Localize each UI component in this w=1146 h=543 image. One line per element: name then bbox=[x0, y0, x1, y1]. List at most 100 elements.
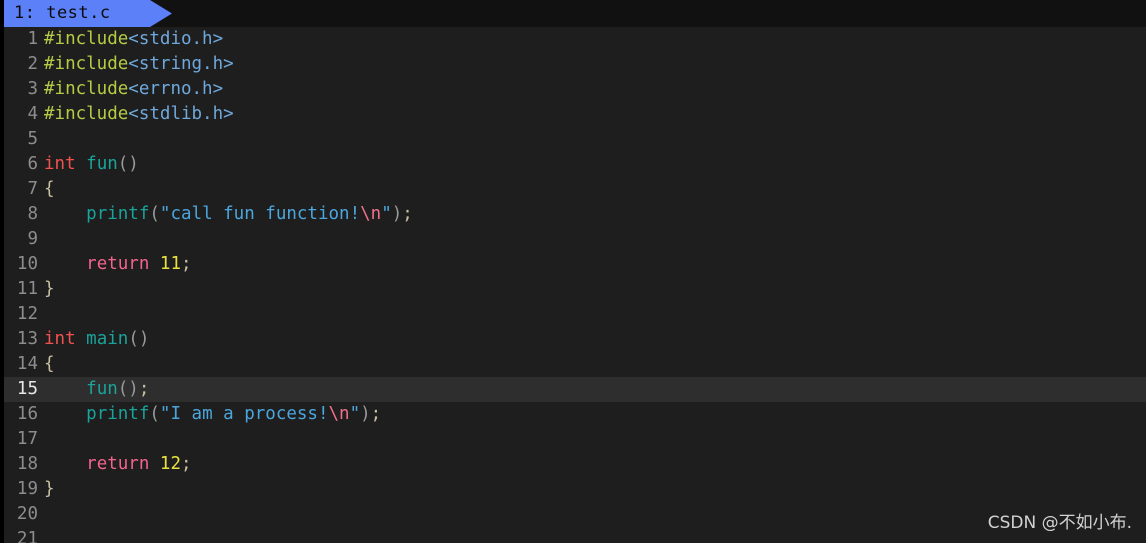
code-line[interactable]: 21 bbox=[0, 527, 1146, 543]
code-token: 12 bbox=[159, 454, 181, 474]
code-line[interactable]: 18 return 12; bbox=[0, 452, 1146, 477]
line-source: printf("I am a process!\n"); bbox=[44, 404, 381, 424]
code-token: int bbox=[44, 329, 76, 349]
line-source: return 12; bbox=[44, 454, 192, 474]
window-left-border bbox=[0, 0, 4, 543]
code-line[interactable]: 6 int fun() bbox=[0, 152, 1146, 177]
code-token: main bbox=[86, 329, 129, 349]
code-line[interactable]: 10 return 11; bbox=[0, 252, 1146, 277]
code-token: return bbox=[86, 254, 150, 274]
code-token: " bbox=[349, 404, 361, 424]
line-number: 13 bbox=[16, 329, 38, 349]
line-source: } bbox=[44, 279, 55, 299]
line-number: 14 bbox=[16, 354, 38, 374]
line-source: { bbox=[44, 354, 55, 374]
code-line[interactable]: 12 bbox=[0, 302, 1146, 327]
line-source: #include<stdio.h> bbox=[44, 29, 223, 49]
code-line[interactable]: 2 #include<string.h> bbox=[0, 52, 1146, 77]
code-line-current[interactable]: 15 fun(); bbox=[0, 377, 1146, 402]
code-token: " bbox=[381, 204, 392, 224]
code-line[interactable]: 14 { bbox=[0, 352, 1146, 377]
code-token: { bbox=[44, 354, 55, 374]
line-number: 1 bbox=[27, 29, 38, 49]
code-token: () bbox=[117, 154, 139, 174]
code-token: printf bbox=[86, 404, 150, 424]
code-token: () bbox=[117, 379, 139, 399]
code-token: ) bbox=[391, 204, 403, 224]
line-source: printf("call fun function!\n"); bbox=[44, 204, 413, 224]
line-source: #include<errno.h> bbox=[44, 79, 223, 99]
line-source: int fun() bbox=[44, 154, 139, 174]
line-number: 3 bbox=[27, 79, 38, 99]
code-line[interactable]: 11} bbox=[0, 277, 1146, 302]
code-token: <errno.h> bbox=[128, 79, 224, 99]
line-source: #include<string.h> bbox=[44, 54, 234, 74]
code-content-area[interactable]: 1 #include<stdio.h> 2 #include<string.h> 3 #i… bbox=[0, 27, 1146, 543]
line-number: 4 bbox=[27, 104, 38, 124]
line-number: 19 bbox=[16, 479, 38, 499]
line-number: 9 bbox=[27, 229, 38, 249]
code-editor-window: 1: test.c 1 #include<stdio.h> 2 #include<st… bbox=[0, 0, 1146, 543]
code-token: <string.h> bbox=[128, 54, 234, 74]
tab-bar: 1: test.c bbox=[0, 0, 1146, 27]
code-token: { bbox=[44, 179, 55, 199]
line-number: 2 bbox=[27, 54, 38, 74]
line-number: 17 bbox=[16, 429, 38, 449]
code-line[interactable]: 7{ bbox=[0, 177, 1146, 202]
line-source: } bbox=[44, 479, 55, 499]
code-token: } bbox=[44, 279, 55, 299]
code-line[interactable]: 19} bbox=[0, 477, 1146, 502]
line-number: 8 bbox=[27, 204, 38, 224]
line-number: 21 bbox=[16, 529, 38, 543]
code-token: ; bbox=[138, 379, 150, 399]
code-token: fun bbox=[86, 379, 118, 399]
line-source: #include<stdlib.h> bbox=[44, 104, 234, 124]
line-number: 7 bbox=[27, 179, 38, 199]
line-number: 12 bbox=[16, 304, 38, 324]
line-number: 11 bbox=[16, 279, 38, 299]
line-number: 10 bbox=[16, 254, 38, 274]
code-line[interactable]: 1 #include<stdio.h> bbox=[0, 27, 1146, 52]
tab-test-c[interactable]: 1: test.c bbox=[4, 0, 172, 27]
code-token: ( bbox=[149, 404, 160, 424]
code-line[interactable]: 3 #include<errno.h> bbox=[0, 77, 1146, 102]
code-token: \n bbox=[360, 204, 382, 224]
code-token: <stdio.h> bbox=[128, 29, 224, 49]
code-token: } bbox=[44, 479, 55, 499]
code-token: #include bbox=[44, 104, 129, 124]
code-token: () bbox=[128, 329, 150, 349]
code-token: #include bbox=[44, 79, 129, 99]
code-token: return bbox=[86, 454, 150, 474]
code-line[interactable]: 13 int main() bbox=[0, 327, 1146, 352]
line-source: { bbox=[44, 179, 55, 199]
code-line[interactable]: 9 bbox=[0, 227, 1146, 252]
code-line[interactable]: 16 printf("I am a process!\n"); bbox=[0, 402, 1146, 427]
code-token: #include bbox=[44, 29, 129, 49]
line-source: int main() bbox=[44, 329, 149, 349]
code-token: int bbox=[44, 154, 76, 174]
line-number: 18 bbox=[16, 454, 38, 474]
code-line[interactable]: 20 bbox=[0, 502, 1146, 527]
code-line[interactable]: 17 bbox=[0, 427, 1146, 452]
code-token: ; bbox=[370, 404, 382, 424]
csdn-watermark: CSDN @不如小布. bbox=[987, 513, 1132, 533]
code-line[interactable]: 5 bbox=[0, 127, 1146, 152]
line-number: 15 bbox=[16, 379, 38, 399]
code-token: 11 bbox=[159, 254, 181, 274]
code-token: fun bbox=[86, 154, 118, 174]
code-token: "I am a process! bbox=[159, 404, 329, 424]
code-line[interactable]: 8 printf("call fun function!\n"); bbox=[0, 202, 1146, 227]
code-line[interactable]: 4 #include<stdlib.h> bbox=[0, 102, 1146, 127]
code-token: <stdlib.h> bbox=[128, 104, 234, 124]
line-source: return 11; bbox=[44, 254, 191, 274]
code-token: ; bbox=[181, 454, 192, 474]
